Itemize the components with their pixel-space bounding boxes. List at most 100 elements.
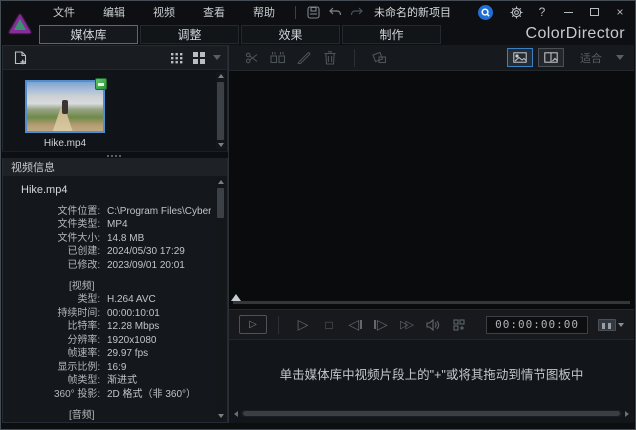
scroll-down-icon[interactable] bbox=[218, 414, 224, 418]
info-value: 2D 格式（非 360°） bbox=[103, 388, 211, 402]
thumbnail-view-icon[interactable] bbox=[188, 49, 210, 67]
scroll-right-icon[interactable] bbox=[625, 411, 629, 417]
single-view-button[interactable] bbox=[507, 48, 533, 67]
view-options-chevron-icon[interactable] bbox=[213, 55, 221, 60]
tab-produce[interactable]: 制作 bbox=[342, 25, 441, 44]
preview-quality-button[interactable] bbox=[598, 319, 624, 331]
previous-frame-button[interactable]: ◁ bbox=[342, 315, 368, 335]
info-label: 文件位置: bbox=[11, 205, 103, 219]
menu-view[interactable]: 查看 bbox=[189, 1, 239, 23]
colordirector-logo-icon bbox=[9, 14, 31, 33]
info-label: 分辨率: bbox=[11, 334, 103, 348]
split-clip-scissors-icon[interactable] bbox=[239, 48, 265, 68]
video-info-title: Hike.mp4 bbox=[21, 184, 211, 196]
app-logo bbox=[1, 1, 39, 45]
info-value: 2024/05/30 17:29 bbox=[103, 245, 211, 259]
close-button[interactable]: × bbox=[609, 3, 631, 21]
panel-splitter[interactable] bbox=[2, 151, 228, 157]
video-info-panel: 视频信息 Hike.mp4 文件位置: C:\Program Files\Cyb… bbox=[2, 158, 228, 424]
play-button[interactable]: ▷ bbox=[290, 315, 316, 335]
info-label: 已修改: bbox=[11, 259, 103, 273]
clip-3d-badge-icon bbox=[95, 78, 107, 90]
clip-thumbnail-image bbox=[27, 82, 103, 131]
media-library-panel: Hike.mp4 bbox=[2, 45, 228, 151]
info-value: 16:9 bbox=[103, 361, 211, 375]
storyboard-scroll-thumb[interactable] bbox=[243, 411, 620, 416]
info-label: 显示比例: bbox=[11, 361, 103, 375]
volume-button[interactable] bbox=[420, 315, 446, 335]
stop-button[interactable]: □ bbox=[316, 315, 342, 335]
storyboard-hint-text: 单击媒体库中视频片段上的"+"或将其拖动到情节图板中 bbox=[229, 364, 634, 383]
info-label: 文件类型: bbox=[11, 218, 103, 232]
next-frame-button[interactable]: ▷ bbox=[368, 315, 394, 335]
help-button[interactable]: ? bbox=[531, 3, 553, 21]
info-label: 比特率: bbox=[11, 320, 103, 334]
info-label: 持续时间: bbox=[11, 307, 103, 321]
info-section-video: [视频] bbox=[11, 280, 211, 293]
seek-playhead[interactable] bbox=[231, 294, 241, 301]
info-value: 29.97 fps bbox=[103, 347, 211, 361]
preview-toolbar: 适合 bbox=[229, 45, 634, 71]
info-label: 帧速率: bbox=[11, 347, 103, 361]
app-window: 文件 编辑 视频 查看 帮助 bbox=[0, 0, 636, 430]
info-label: 文件大小: bbox=[11, 232, 103, 246]
minimize-button[interactable] bbox=[557, 3, 579, 21]
seek-track[interactable] bbox=[233, 301, 630, 304]
preview-quality-chevron-icon bbox=[618, 323, 624, 327]
zoom-fit-chevron-icon[interactable] bbox=[616, 55, 624, 60]
fast-forward-button[interactable]: ▷▷ bbox=[394, 315, 420, 335]
library-toolbar bbox=[3, 46, 227, 70]
save-project-icon[interactable] bbox=[302, 3, 324, 21]
settings-gear-icon[interactable] bbox=[505, 3, 527, 21]
info-value: 1920x1080 bbox=[103, 334, 211, 348]
member-zone-icon[interactable] bbox=[478, 5, 493, 20]
compare-view-button[interactable] bbox=[538, 48, 564, 67]
undo-icon[interactable] bbox=[324, 3, 346, 21]
library-scrollbar[interactable] bbox=[216, 72, 225, 149]
info-label: 帧类型: bbox=[11, 374, 103, 388]
info-label: 已创建: bbox=[11, 245, 103, 259]
play-in-window-button[interactable]: ▷ bbox=[239, 315, 267, 334]
list-view-icon[interactable] bbox=[166, 49, 188, 67]
import-media-icon[interactable] bbox=[9, 49, 31, 67]
preview-quality-icon bbox=[598, 319, 616, 331]
playback-controls: ▷ ▷ □ ◁ ▷ ▷▷ 00:00:00:00 bbox=[229, 309, 634, 339]
tab-media-library[interactable]: 媒体库 bbox=[39, 25, 138, 44]
info-value: H.264 AVC bbox=[103, 293, 211, 307]
storyboard-scrollbar[interactable] bbox=[234, 409, 629, 418]
menu-help[interactable]: 帮助 bbox=[239, 1, 289, 23]
maximize-button[interactable] bbox=[583, 3, 605, 21]
crop-rotate-icon[interactable] bbox=[366, 48, 392, 68]
zoom-fit-select[interactable]: 适合 bbox=[580, 50, 602, 66]
module-tabs: 媒体库 调整 效果 制作 ColorDirector bbox=[39, 23, 635, 45]
snapshot-grid-icon[interactable] bbox=[446, 315, 472, 335]
left-panel: Hike.mp4 视频信息 Hike.mp4 文件位置: C:\Program … bbox=[2, 45, 229, 423]
scroll-up-icon[interactable] bbox=[218, 74, 224, 78]
tab-adjust[interactable]: 调整 bbox=[140, 25, 239, 44]
clip-thumbnail[interactable] bbox=[25, 80, 105, 133]
preview-area: 适合 ▷ ▷ □ ◁ ▷ ▷▷ bbox=[229, 45, 634, 423]
redo-icon[interactable] bbox=[346, 3, 368, 21]
menu-file[interactable]: 文件 bbox=[39, 1, 89, 23]
info-value: 2023/09/01 20:01 bbox=[103, 259, 211, 273]
storyboard-panel: 单击媒体库中视频片段上的"+"或将其拖动到情节图板中 bbox=[229, 339, 634, 423]
menu-video[interactable]: 视频 bbox=[139, 1, 189, 23]
tab-effects[interactable]: 效果 bbox=[241, 25, 340, 44]
clip-name-label: Hike.mp4 bbox=[3, 138, 127, 149]
brand-name: ColorDirector bbox=[526, 25, 625, 43]
edit-pen-icon[interactable] bbox=[291, 48, 317, 68]
menu-bar: 文件 编辑 视频 查看 帮助 bbox=[39, 1, 635, 23]
scroll-left-icon[interactable] bbox=[234, 411, 238, 417]
header: 文件 编辑 视频 查看 帮助 bbox=[1, 1, 635, 45]
scroll-up-icon[interactable] bbox=[218, 180, 224, 184]
delete-trash-icon[interactable] bbox=[317, 48, 343, 68]
timecode-display: 00:00:00:00 bbox=[486, 316, 588, 334]
menu-edit[interactable]: 编辑 bbox=[89, 1, 139, 23]
info-label: 360° 投影: bbox=[11, 388, 103, 402]
detect-scenes-icon[interactable] bbox=[265, 48, 291, 68]
scroll-down-icon[interactable] bbox=[218, 143, 224, 147]
info-value: 渐进式 bbox=[103, 374, 211, 388]
info-scrollbar[interactable] bbox=[216, 178, 225, 421]
project-title: 未命名的新项目 bbox=[374, 4, 451, 20]
info-value: 12.28 Mbps bbox=[103, 320, 211, 334]
